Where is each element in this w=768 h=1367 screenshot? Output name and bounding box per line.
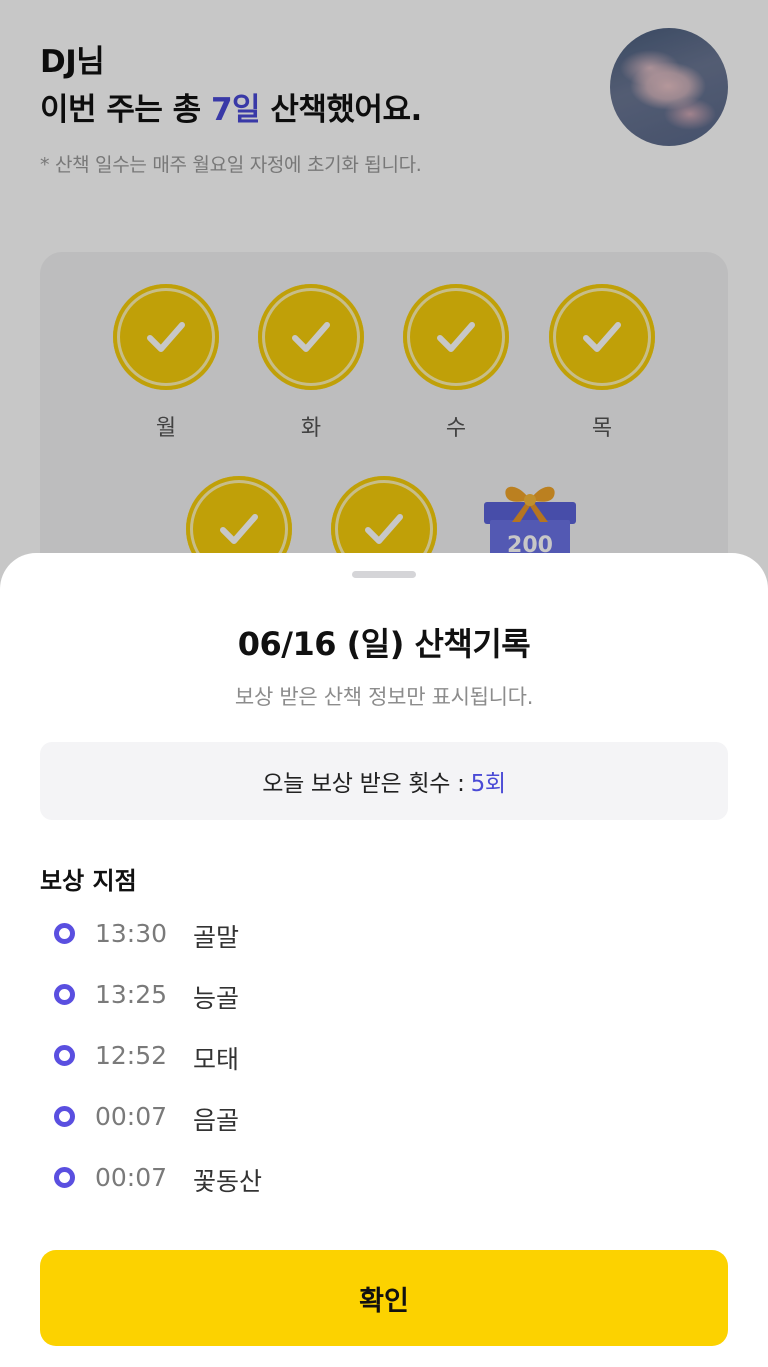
spot-time: 13:30 [95,919,168,948]
spot-name: 꽃동산 [193,1167,263,1196]
spot-time: 12:52 [95,1041,168,1070]
reward-count-box: 오늘 보상 받은 횟수 : 5회 [40,742,728,820]
spot-time: 13:25 [95,980,168,1009]
list-item: 00:07 꽃동산 [40,1147,728,1208]
section-title: 보상 지점 [40,867,137,895]
list-item: 13:30 골말 [40,903,728,964]
spot-time: 00:07 [95,1102,168,1131]
sheet-drag-handle[interactable] [352,571,416,578]
screen: DJ님 이번 주는 총 7일 산책했어요. * 산책 일수는 매주 월요일 자정… [0,0,768,1367]
spot-name: 능골 [193,984,240,1013]
list-item: 00:07 음골 [40,1086,728,1147]
bullet-dot-icon [54,1167,75,1188]
spot-name: 모태 [193,1045,240,1074]
walk-record-sheet: 06/16 (일) 산책기록 보상 받은 산책 정보만 표시됩니다. 오늘 보상… [0,553,768,1367]
sheet-subtitle: 보상 받은 산책 정보만 표시됩니다. [234,685,534,709]
bullet-dot-icon [54,984,75,1005]
reward-spot-list: 13:30 골말 13:25 능골 12:52 모태 00:07 음골 00:0… [40,903,728,1208]
reward-count-label: 오늘 보상 받은 횟수 : [262,771,465,797]
bullet-dot-icon [54,1106,75,1127]
bullet-dot-icon [54,1045,75,1066]
spot-name: 골말 [193,923,240,952]
sheet-title: 06/16 (일) 산책기록 [237,625,531,663]
spot-name: 음골 [193,1106,240,1135]
spot-time: 00:07 [95,1163,168,1192]
reward-count-value: 5회 [470,771,507,797]
list-item: 12:52 모태 [40,1025,728,1086]
confirm-button[interactable]: 확인 [40,1250,728,1346]
bullet-dot-icon [54,923,75,944]
list-item: 13:25 능골 [40,964,728,1025]
